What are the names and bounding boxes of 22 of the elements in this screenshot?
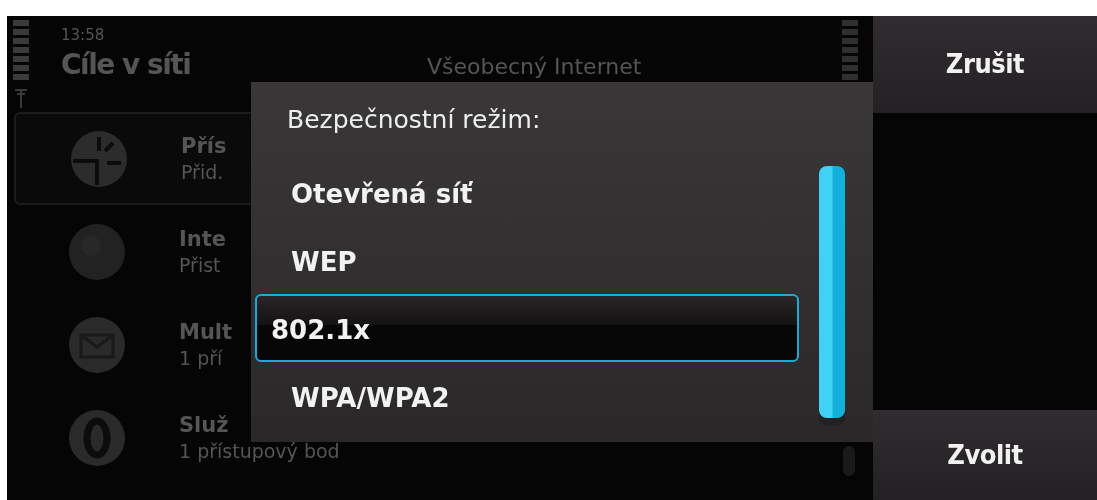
option-item[interactable]: WEP bbox=[265, 226, 809, 294]
option-item[interactable]: Otevřená síť bbox=[265, 158, 809, 226]
softkey-button[interactable]: Zvolit bbox=[873, 410, 1097, 500]
subtitle: Všeobecný Internet bbox=[427, 53, 642, 81]
signal-strength-icon bbox=[13, 20, 29, 108]
item-detail: 1 přístupový bod bbox=[179, 438, 340, 464]
battery-icon bbox=[841, 20, 859, 82]
item-title: Mult bbox=[179, 318, 233, 346]
option-item[interactable]: 802.1x bbox=[255, 294, 799, 362]
softkey-button[interactable]: Zrušit bbox=[873, 16, 1097, 113]
item-title: Služ bbox=[179, 411, 230, 439]
item-detail: 1 pří bbox=[179, 345, 224, 371]
screen-title: Cíle v síti bbox=[61, 47, 191, 83]
clock-time: 13:58 bbox=[61, 25, 105, 46]
item-title: Přís bbox=[181, 132, 227, 160]
item-detail: Přist bbox=[179, 252, 222, 278]
item-detail: Přid. bbox=[181, 159, 225, 185]
option-item[interactable]: WPA/WPA2 bbox=[265, 362, 809, 430]
dialog-title: Bezpečnostní režim: bbox=[287, 104, 542, 136]
service-icon bbox=[66, 407, 127, 468]
item-title: Inte bbox=[179, 225, 227, 253]
mail-icon bbox=[66, 314, 127, 375]
